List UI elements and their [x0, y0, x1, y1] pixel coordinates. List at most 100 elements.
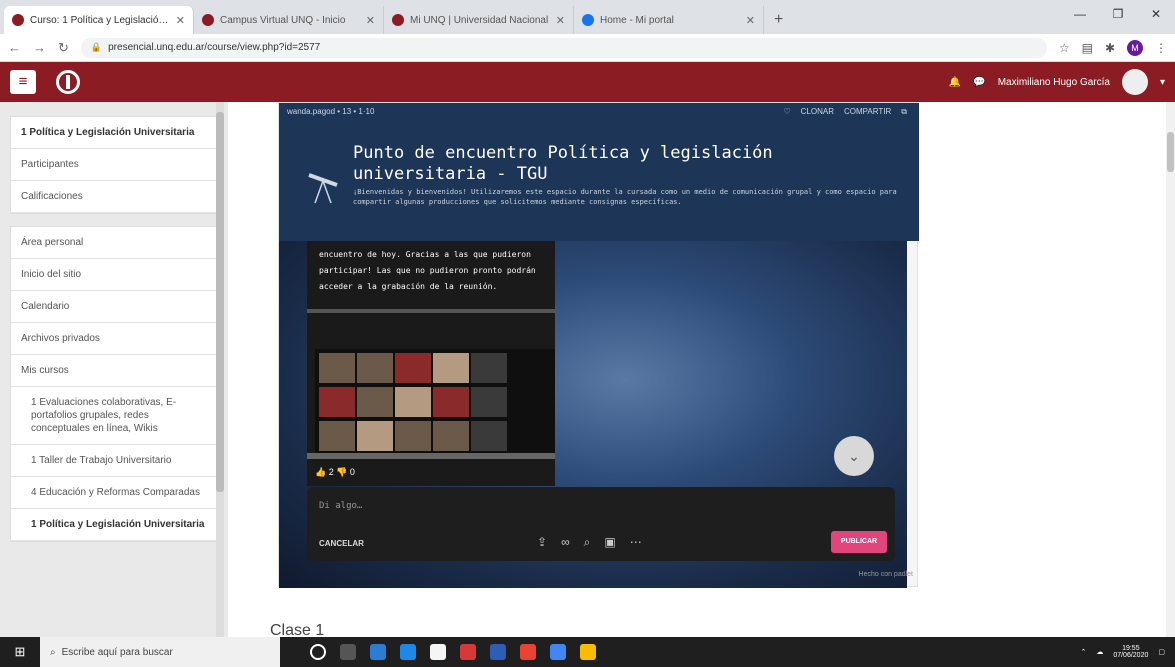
composer-input[interactable]: Di algo… — [319, 501, 362, 511]
sidebar-item-course[interactable]: 1 Política y Legislación Universitaria — [11, 117, 217, 149]
share-button[interactable]: COMPARTIR — [844, 107, 891, 117]
scroll-down-button[interactable]: ⌄ — [834, 436, 874, 476]
lock-icon: 🔒 — [90, 42, 103, 52]
close-tab-icon[interactable]: ✕ — [746, 14, 755, 27]
profile-icon[interactable]: M — [1127, 39, 1143, 56]
publish-button[interactable]: PUBLICAR — [831, 531, 887, 553]
composer-tools: ⇪ ∞ ⌕ ▣ ⋯ — [537, 535, 642, 550]
clone-button[interactable]: CLONAR — [801, 107, 834, 117]
sidebar-item-course-link[interactable]: 4 Educación y Reformas Comparadas — [11, 477, 217, 509]
sidebar-item-home[interactable]: Inicio del sitio — [11, 259, 217, 291]
store-icon[interactable] — [430, 644, 446, 660]
page-scroll-thumb[interactable] — [1167, 132, 1174, 172]
site-favicon-icon — [582, 14, 594, 26]
telescope-icon — [308, 173, 338, 204]
browser-tab[interactable]: Home - Mi portal ✕ — [574, 6, 764, 34]
site-favicon-icon — [392, 14, 404, 26]
notifications-icon[interactable]: 🔔 — [949, 77, 961, 88]
chrome-icon[interactable] — [460, 644, 476, 660]
padlet-title: Punto de encuentro Política y legislació… — [353, 143, 773, 184]
cortana-icon[interactable] — [310, 644, 326, 660]
course-nav-box: 1 Política y Legislación Universitaria P… — [10, 116, 218, 214]
post-divider — [307, 309, 555, 313]
puzzle-icon[interactable]: ✱ — [1105, 41, 1115, 55]
clock[interactable]: 19:55 07/06/2020 — [1113, 645, 1148, 659]
app-icon[interactable] — [370, 644, 386, 660]
cancel-button[interactable]: CANCELAR — [319, 539, 364, 548]
page-scrollbar[interactable] — [1166, 102, 1175, 637]
drawer-toggle-button[interactable]: ≡ — [10, 70, 36, 94]
camera-icon[interactable]: ▣ — [604, 535, 615, 550]
link-icon[interactable]: ∞ — [561, 535, 570, 550]
maximize-icon[interactable]: ❐ — [1099, 0, 1137, 30]
sidebar-item-course-link[interactable]: 1 Taller de Trabajo Universitario — [11, 445, 217, 477]
sidebar-item-calendar[interactable]: Calendario — [11, 291, 217, 323]
more-icon[interactable]: ⋯ — [630, 535, 642, 550]
url-field[interactable]: 🔒 presencial.unq.edu.ar/course/view.php?i… — [80, 37, 1047, 58]
chevron-down-icon[interactable]: ▾ — [1160, 77, 1165, 88]
browser-menu-icon[interactable]: ⋮ — [1155, 41, 1167, 55]
fullscreen-icon[interactable]: ⧉ — [901, 107, 907, 117]
close-tab-icon[interactable]: ✕ — [556, 14, 565, 27]
padlet-author[interactable]: wanda.pagod • 13 • 1·10 — [287, 107, 374, 117]
sidebar-item-course-link[interactable]: 1 Política y Legislación Universitaria — [11, 509, 217, 541]
taskbar-search[interactable]: ⌕ Escribe aquí para buscar — [40, 637, 280, 667]
mail-icon[interactable] — [490, 644, 506, 660]
app-icon[interactable] — [580, 644, 596, 660]
sidebar-scroll-thumb[interactable] — [216, 112, 224, 492]
search-icon[interactable]: ⌕ — [584, 535, 591, 550]
post-image[interactable] — [315, 349, 555, 457]
avatar[interactable] — [1121, 69, 1148, 95]
padlet-embed: wanda.pagod • 13 • 1·10 ♡ CLONAR COMPART… — [278, 102, 919, 588]
window-controls: — ❐ ✕ — [1061, 0, 1175, 30]
new-tab-button[interactable]: + — [764, 6, 793, 34]
nav-drawer: 1 Política y Legislación Universitaria P… — [0, 102, 228, 637]
app-icon[interactable] — [550, 644, 566, 660]
minimize-icon[interactable]: — — [1061, 0, 1099, 30]
windows-start-icon[interactable]: ⊞ — [0, 644, 40, 660]
taskbar-apps — [310, 644, 596, 660]
task-view-icon[interactable] — [340, 644, 356, 660]
browser-tab[interactable]: Campus Virtual UNQ - Inicio ✕ — [194, 6, 384, 34]
padlet-description: ¡Bienvenidas y bienvenidos! Utilizaremos… — [353, 188, 897, 206]
star-icon[interactable]: ☆ — [1059, 41, 1070, 55]
close-tab-icon[interactable]: ✕ — [176, 14, 185, 27]
browser-tab[interactable]: Curso: 1 Política y Legislación Un...✕ — [4, 6, 194, 34]
system-tray: ⌃ ☁ 19:55 07/06/2020 ▢ — [1080, 645, 1175, 659]
chevron-up-icon[interactable]: ⌃ — [1080, 648, 1086, 656]
close-window-icon[interactable]: ✕ — [1137, 0, 1175, 30]
sidebar-item-my-courses[interactable]: Mis cursos — [11, 355, 217, 387]
network-icon[interactable]: ☁ — [1096, 648, 1103, 656]
app-icon[interactable] — [400, 644, 416, 660]
like-icon[interactable]: ♡ — [784, 107, 791, 117]
post-card[interactable]: encuentro de hoy. Gracias a las que pudi… — [307, 241, 555, 486]
site-nav-box: Área personal Inicio del sitio Calendari… — [10, 226, 218, 542]
close-tab-icon[interactable]: ✕ — [366, 14, 375, 27]
browser-tab-strip: Curso: 1 Política y Legislación Un...✕ C… — [0, 0, 1175, 34]
padlet-board: encuentro de hoy. Gracias a las que pudi… — [279, 241, 907, 588]
back-icon[interactable]: ← — [8, 40, 21, 55]
sidebar-item-course-link[interactable]: 1 Evaluaciones colaborativas, E-portafol… — [11, 387, 217, 445]
sidebar-item-grades[interactable]: Calificaciones — [11, 181, 217, 213]
app-icon[interactable] — [520, 644, 536, 660]
sidebar-item-files[interactable]: Archivos privados — [11, 323, 217, 355]
padlet-topbar: wanda.pagod • 13 • 1·10 ♡ CLONAR COMPART… — [287, 107, 907, 117]
forward-icon[interactable]: → — [33, 40, 46, 55]
address-bar: ← → ↻ 🔒 presencial.unq.edu.ar/course/view… — [0, 34, 1175, 62]
browser-tab[interactable]: Mi UNQ | Universidad Nacional ✕ — [384, 6, 574, 34]
site-favicon-icon — [12, 14, 24, 26]
post-text: encuentro de hoy. Gracias a las que pudi… — [319, 250, 536, 291]
user-name[interactable]: Maximiliano Hugo García — [998, 77, 1110, 88]
search-icon: ⌕ — [50, 646, 56, 658]
unq-logo[interactable] — [56, 70, 80, 94]
windows-taskbar: ⊞ ⌕ Escribe aquí para buscar ⌃ ☁ 19:55 07/… — [0, 637, 1175, 667]
reload-icon[interactable]: ↻ — [58, 40, 69, 56]
notification-center-icon[interactable]: ▢ — [1158, 648, 1165, 656]
made-with-padlet[interactable]: Hecho con padlet — [859, 571, 913, 578]
messages-icon[interactable]: 💬 — [973, 77, 985, 88]
extension-icon[interactable]: ▤ — [1082, 41, 1093, 55]
sidebar-item-dashboard[interactable]: Área personal — [11, 227, 217, 259]
sidebar-item-participants[interactable]: Participantes — [11, 149, 217, 181]
upload-icon[interactable]: ⇪ — [537, 535, 547, 550]
post-reactions[interactable]: 👍 2 👎 0 — [315, 467, 355, 478]
